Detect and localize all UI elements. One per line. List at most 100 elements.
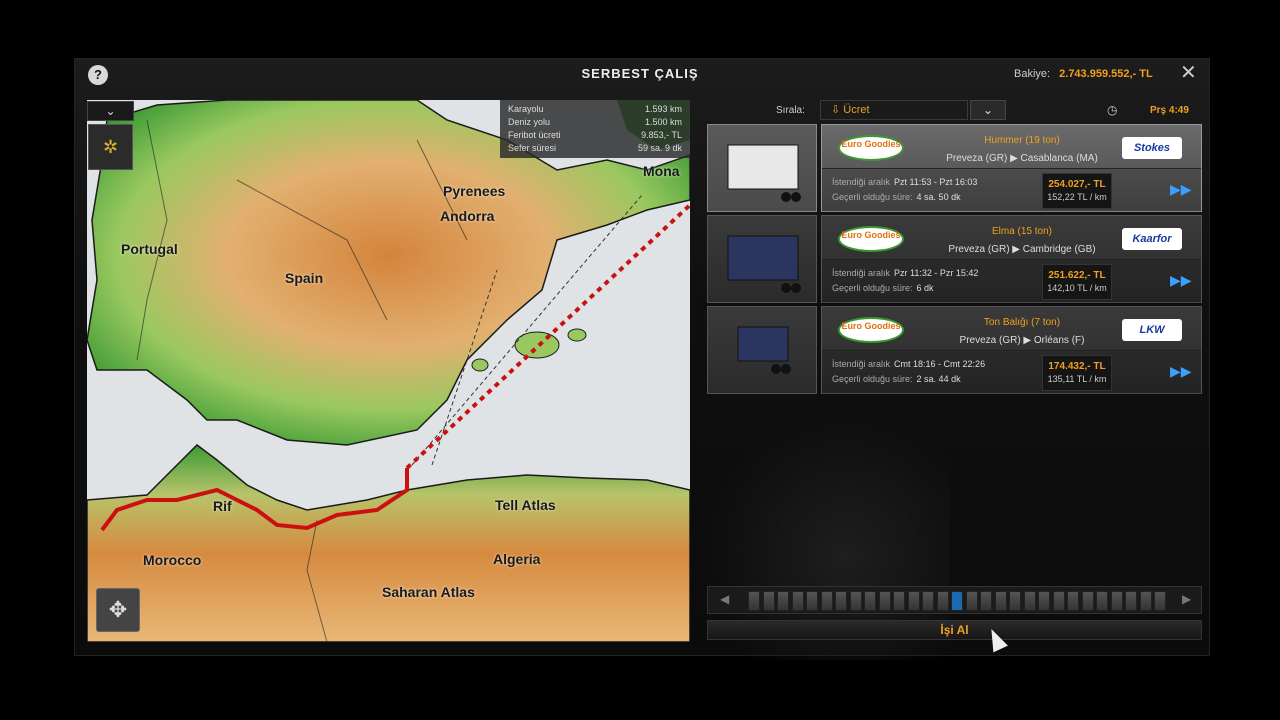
help-icon[interactable]: ? (88, 65, 108, 85)
job-card[interactable]: Euro Goodies Ton Balığı (7 ton) Preveza (G… (821, 306, 1202, 395)
delivery-window-value: Pzr 11:32 - Pzr 15:42 (894, 268, 979, 278)
slider-segment[interactable] (806, 591, 818, 611)
route-info-panel: Karayolu 1.593 km Deniz yolu 1.500 km Feri… (500, 100, 690, 158)
payment-rate: 135,11 TL / km (1047, 374, 1107, 384)
slider-segment[interactable] (878, 591, 891, 611)
map-label-algeria: Algeria (493, 551, 541, 567)
balance: Bakiye: 2.743.959.552,- TL (1014, 68, 1153, 80)
validity: Geçerli olduğu süre: 2 sa. 44 dk (832, 374, 961, 384)
validity-value: 2 sa. 44 dk (916, 374, 961, 384)
close-icon[interactable]: ✕ (1180, 63, 1197, 83)
map-label-portugal: Portugal (121, 241, 178, 257)
game-time: Prş 4:49 (1150, 105, 1189, 116)
payment-amount: 251.622,- TL (1048, 270, 1106, 281)
source-company-logo: Euro Goodies (838, 135, 904, 161)
job-trailer-thumbnail[interactable] (707, 124, 817, 212)
slider-segment[interactable] (1139, 591, 1152, 611)
source-company-logo: Euro Goodies (838, 226, 904, 252)
mouse-control-icon[interactable]: ✥ (96, 588, 140, 632)
job-route: Preveza (GR) ▶ Orléans (F) (959, 335, 1085, 346)
route-info-value: 1.500 km (644, 117, 682, 127)
slider-segment[interactable] (835, 591, 847, 611)
cargo-name: Elma (15 ton) (991, 226, 1053, 237)
route-info-row: Karayolu 1.593 km (508, 103, 682, 116)
slider-segment[interactable] (820, 591, 833, 611)
map-filter-icon[interactable]: ✲ (88, 124, 133, 170)
slider-segment[interactable] (748, 591, 760, 611)
map-dropdown-button[interactable]: ⌄ (87, 101, 134, 121)
chevron-down-icon[interactable]: ⌄ (970, 100, 1006, 120)
payment-box: 174.432,- TL 135,11 TL / km (1042, 355, 1112, 391)
slider-segment[interactable] (762, 591, 775, 611)
slider-segment[interactable] (1154, 591, 1166, 611)
job-route: Preveza (GR) ▶ Casablanca (MA) (946, 153, 1098, 164)
slider-segment[interactable] (936, 591, 949, 611)
slider-segment[interactable] (965, 591, 978, 611)
destination-company-logo: Kaarfor (1122, 228, 1182, 250)
delivery-window: İstendiği aralık Pzt 11:53 - Pzt 16:03 (832, 177, 977, 187)
slider-segment[interactable] (1081, 591, 1094, 611)
fast-forward-icon[interactable]: ▶▶ (1170, 181, 1192, 198)
job-route: Preveza (GR) ▶ Cambridge (GB) (948, 244, 1096, 255)
slider-segment[interactable] (1023, 591, 1036, 611)
fast-forward-icon[interactable]: ▶▶ (1170, 272, 1192, 289)
map-label-spain: Spain (285, 270, 324, 286)
sort-label: Sırala: (776, 105, 805, 116)
slider-segment[interactable] (907, 591, 920, 611)
job-page-slider[interactable]: ◀ ▶ (707, 586, 1202, 614)
validity-value: 4 sa. 50 dk (916, 192, 961, 202)
job-trailer-thumbnail[interactable] (707, 215, 817, 303)
payment-rate: 142,10 TL / km (1047, 283, 1107, 293)
slider-segment[interactable] (1096, 591, 1108, 611)
route-info-value: 1.593 km (644, 104, 682, 114)
job-trailer-thumbnail[interactable] (707, 306, 817, 394)
fast-forward-icon[interactable]: ▶▶ (1170, 363, 1192, 380)
route-map[interactable]: Portugal Spain Pyrenees Andorra Mona Rif… (87, 100, 690, 642)
job-card-details: İstendiği aralık Pzt 11:53 - Pzt 16:03 Geç… (822, 169, 1201, 213)
validity: Geçerli olduğu süre: 6 dk (832, 283, 934, 293)
map-label-pyrenees: Pyrenees (443, 183, 506, 199)
take-job-button[interactable]: İşi Al (707, 620, 1202, 640)
route-info-label: Feribot ücreti (508, 130, 561, 140)
slider-segment[interactable] (1110, 591, 1123, 611)
route-info-value: 9.853,- TL (641, 130, 682, 140)
payment-box: 251.622,- TL 142,10 TL / km (1042, 264, 1112, 300)
slider-segment[interactable] (922, 591, 934, 611)
slider-segment[interactable] (849, 591, 862, 611)
slider-segment[interactable] (1067, 591, 1079, 611)
map-label-andorra: Andorra (440, 208, 495, 224)
slider-segment[interactable] (1009, 591, 1021, 611)
slider-segment[interactable] (791, 591, 804, 611)
slider-segment[interactable] (980, 591, 992, 611)
validity-value: 6 dk (916, 283, 934, 293)
slider-segment[interactable] (1038, 591, 1050, 611)
payment-box: 254.027,- TL 152,22 TL / km (1042, 173, 1112, 209)
map-label-saharan-atlas: Saharan Atlas (382, 584, 475, 600)
slider-segment[interactable] (1125, 591, 1137, 611)
validity-label: Geçerli olduğu süre: (832, 283, 913, 293)
slider-segment[interactable] (1052, 591, 1065, 611)
map-label-rif: Rif (213, 498, 232, 514)
balance-label: Bakiye: (1014, 68, 1051, 80)
delivery-window-value: Cmt 18:16 - Cmt 22:26 (894, 359, 986, 369)
route-info-row: Sefer süresi 59 sa. 9 dk (508, 142, 682, 155)
job-card[interactable]: Euro Goodies Hummer (19 ton) Preveza (GR) … (821, 124, 1202, 213)
slider-segment[interactable] (777, 591, 789, 611)
route-info-row: Feribot ücreti 9.853,- TL (508, 129, 682, 142)
slider-segment[interactable] (994, 591, 1007, 611)
sort-select[interactable]: ⇩ Ücret (820, 100, 968, 120)
slider-segment-active[interactable] (951, 591, 963, 611)
map-label-monaco: Mona (643, 163, 680, 179)
delivery-window-value: Pzt 11:53 - Pzt 16:03 (894, 177, 978, 187)
delivery-window-label: İstendiği aralık (832, 268, 891, 278)
slider-segment[interactable] (864, 591, 876, 611)
route-info-label: Karayolu (508, 104, 544, 114)
slider-right-icon[interactable]: ▶ (1182, 592, 1191, 606)
slider-segment[interactable] (893, 591, 905, 611)
cargo-name: Hummer (19 ton) (984, 135, 1060, 146)
payment-rate: 152,22 TL / km (1047, 192, 1107, 202)
job-card-header: Euro Goodies Elma (15 ton) Preveza (GR) ▶ … (822, 216, 1201, 260)
job-card[interactable]: Euro Goodies Elma (15 ton) Preveza (GR) ▶ … (821, 215, 1202, 304)
slider-left-icon[interactable]: ◀ (720, 592, 729, 606)
delivery-window: İstendiği aralık Pzr 11:32 - Pzr 15:42 (832, 268, 978, 278)
